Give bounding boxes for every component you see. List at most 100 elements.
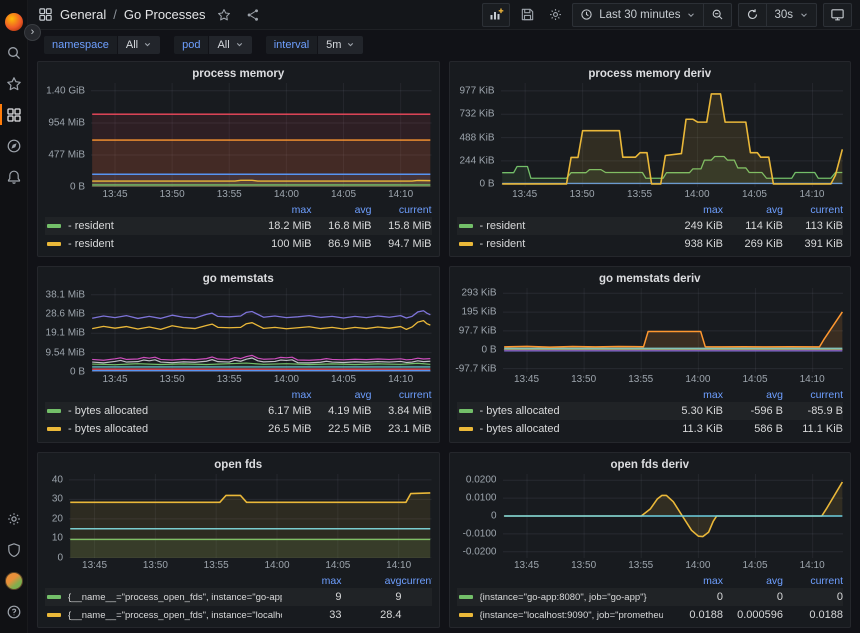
plot-wrap: 13:4513:5013:5514:0014:0514:10	[91, 288, 432, 386]
legend-series-label[interactable]: - bytes allocated	[68, 423, 252, 435]
legend-column-max[interactable]: max	[663, 389, 723, 401]
refresh-interval-picker[interactable]: 30s	[767, 3, 817, 27]
sidebar-item-server-admin[interactable]	[0, 534, 28, 565]
panel-title[interactable]: open fds	[45, 457, 432, 474]
panel-title[interactable]: go memstats	[45, 271, 432, 288]
legend-swatch[interactable]	[47, 613, 61, 617]
legend-value: 0	[723, 591, 783, 603]
sidebar-item-profile[interactable]	[0, 565, 28, 596]
breadcrumb-separator: /	[113, 7, 117, 22]
time-range-picker[interactable]: Last 30 minutes	[572, 3, 704, 27]
legend-swatch[interactable]	[47, 242, 61, 246]
legend-row: - bytes allocated6.17 MiB4.19 MiB3.84 Mi…	[45, 402, 432, 420]
legend-column-avg[interactable]: avg	[342, 575, 402, 587]
legend-swatch[interactable]	[459, 613, 473, 617]
panel-title[interactable]: open fds deriv	[457, 457, 844, 474]
legend-column-avg[interactable]: avg	[312, 389, 372, 401]
plot-area[interactable]	[503, 288, 844, 372]
plot-wrap: 13:4513:5013:5514:0014:0514:10	[501, 83, 844, 201]
legend-swatch[interactable]	[459, 595, 473, 599]
legend-column-avg[interactable]: avg	[312, 204, 372, 216]
sidebar-item-dashboards[interactable]	[0, 99, 28, 130]
variable-label-namespace[interactable]: namespace	[44, 36, 117, 54]
y-tick-label: 0.0200	[466, 475, 497, 486]
legend-row: - bytes allocated11.3 KiB586 B11.1 KiB	[457, 420, 844, 438]
legend-swatch[interactable]	[47, 427, 61, 431]
series-yellow-resident	[92, 180, 430, 181]
topbar-actions: Last 30 minutes 30s	[482, 3, 852, 27]
legend-column-max[interactable]: max	[282, 575, 342, 587]
sidebar-item-help[interactable]	[0, 596, 28, 627]
sidebar-item-search[interactable]	[0, 37, 28, 68]
legend-column-current[interactable]: current	[372, 204, 432, 216]
plot-area[interactable]	[503, 474, 844, 558]
legend-swatch[interactable]	[459, 427, 473, 431]
star-dashboard-button[interactable]	[213, 4, 235, 26]
refresh-button[interactable]	[738, 3, 767, 27]
variable-value-interval[interactable]: 5m	[318, 36, 363, 54]
legend-swatch[interactable]	[47, 595, 61, 599]
x-tick-label: 14:05	[325, 560, 350, 571]
legend-column-avg[interactable]: avg	[723, 575, 783, 587]
sidebar-item-alerting[interactable]	[0, 161, 28, 192]
sidebar-item-starred[interactable]	[0, 68, 28, 99]
legend-column-max[interactable]: max	[663, 204, 723, 216]
y-tick-label: 244 KiB	[459, 155, 494, 166]
legend-column-current[interactable]: current	[402, 575, 432, 587]
share-dashboard-button[interactable]	[242, 4, 264, 26]
sidebar-expand-button[interactable]: ›	[24, 24, 41, 41]
plot-area[interactable]	[501, 83, 844, 187]
legend-swatch[interactable]	[47, 224, 61, 228]
save-dashboard-button[interactable]	[516, 4, 538, 26]
add-panel-button[interactable]	[482, 3, 510, 27]
legend-swatch[interactable]	[459, 242, 473, 246]
legend-series-label[interactable]: {instance="localhost:9090", job="prometh…	[480, 610, 664, 621]
legend-column-current[interactable]: current	[783, 389, 843, 401]
legend-series-label[interactable]: {instance="go-app:8080", job="go-app"}	[480, 592, 664, 603]
legend-series-label[interactable]: - bytes allocated	[480, 423, 664, 435]
legend-swatch[interactable]	[459, 224, 473, 228]
star-icon	[217, 8, 231, 22]
legend-series-label[interactable]: - resident	[480, 220, 664, 232]
variable-label-pod[interactable]: pod	[174, 36, 208, 54]
legend-column-max[interactable]: max	[663, 575, 723, 587]
variable-value-namespace[interactable]: All	[118, 36, 160, 54]
dashboard-settings-button[interactable]	[544, 4, 566, 26]
gear-icon	[548, 7, 563, 22]
legend-series-label[interactable]: {__name__="process_open_fds", instance="…	[68, 610, 282, 621]
tv-mode-button[interactable]	[823, 3, 852, 27]
legend-value: 23.1 MiB	[372, 423, 432, 435]
legend-column-avg[interactable]: avg	[723, 204, 783, 216]
variable-value-pod[interactable]: All	[209, 36, 251, 54]
legend-column-max[interactable]: max	[252, 389, 312, 401]
legend-column-current[interactable]: current	[783, 204, 843, 216]
breadcrumb-folder[interactable]: General	[60, 7, 106, 22]
plot-area[interactable]	[69, 474, 432, 558]
plot-area[interactable]	[91, 83, 432, 187]
zoom-out-button[interactable]	[704, 3, 732, 27]
panel-title[interactable]: go memstats deriv	[457, 271, 844, 288]
x-tick-label: 13:55	[217, 189, 242, 200]
legend-column-max[interactable]: max	[252, 204, 312, 216]
legend-column-current[interactable]: current	[372, 389, 432, 401]
legend-column-avg[interactable]: avg	[723, 389, 783, 401]
legend-series-label[interactable]: {__name__="process_open_fds", instance="…	[68, 592, 282, 603]
sidebar-item-explore[interactable]	[0, 130, 28, 161]
variable-label-interval[interactable]: interval	[266, 36, 317, 54]
legend-column-current[interactable]: current	[783, 575, 843, 587]
y-tick-label: 954 MiB	[48, 117, 85, 128]
legend-header: maxavgcurrent	[457, 202, 844, 217]
sidebar-item-configuration[interactable]	[0, 503, 28, 534]
legend-series-label[interactable]: - bytes allocated	[480, 405, 664, 417]
legend-series-label[interactable]: - bytes allocated	[68, 405, 252, 417]
legend-swatch[interactable]	[47, 409, 61, 413]
legend-swatch[interactable]	[459, 409, 473, 413]
legend-series-label[interactable]: - resident	[68, 220, 252, 232]
plot-area[interactable]	[91, 288, 432, 372]
legend-series-label[interactable]: - resident	[68, 238, 252, 250]
panel-title[interactable]: process memory	[45, 66, 432, 83]
breadcrumb-dashboard[interactable]: Go Processes	[124, 7, 206, 22]
legend-series-label[interactable]: - resident	[480, 238, 664, 250]
panel-title[interactable]: process memory deriv	[457, 66, 844, 83]
y-tick-label: 28.6 MiB	[46, 308, 85, 319]
